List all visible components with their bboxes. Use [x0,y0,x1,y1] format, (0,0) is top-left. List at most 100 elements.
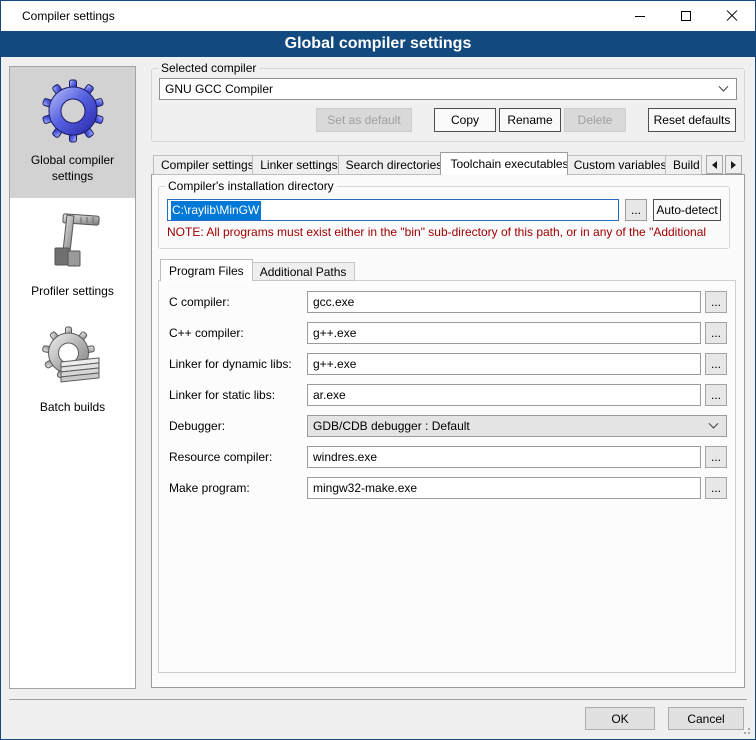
installation-directory-group-label: Compiler's installation directory [165,179,337,193]
reset-defaults-button[interactable]: Reset defaults [648,108,736,132]
selected-compiler-group-label: Selected compiler [158,61,259,75]
tab-toolchain-executables[interactable]: Toolchain executables [440,152,567,175]
dialog-buttons: OK Cancel [585,707,744,730]
form-row-linker-static: Linker for static libs: ar.exe ... [169,384,727,406]
tab-compiler-settings[interactable]: Compiler settings [153,155,253,175]
minimize-icon [635,16,645,17]
field-value: gcc.exe [313,295,354,309]
installation-directory-group: Compiler's installation directory C:\ray… [158,179,730,249]
notebook-tab-bar: Compiler settings Linker settings Search… [151,152,745,175]
tab-program-files[interactable]: Program Files [160,259,253,281]
form-row-make-program: Make program: mingw32-make.exe ... [169,477,727,499]
form-row-linker-dynamic: Linker for dynamic libs: g++.exe ... [169,353,727,375]
browse-directory-button[interactable]: ... [625,199,647,221]
field-value: windres.exe [313,450,377,464]
set-as-default-button[interactable]: Set as default [316,108,412,132]
selected-compiler-group: Selected compiler GNU GCC Compiler Set a… [151,61,745,142]
field-label: Make program: [169,481,307,495]
sub-tab-bar: Program Files Additional Paths [158,259,736,281]
resize-grip-icon[interactable] [748,732,750,734]
note-text: NOTE: All programs must exist either in … [167,225,729,239]
field-value: g++.exe [313,357,356,371]
form-row-c-compiler: C compiler: gcc.exe ... [169,291,727,313]
tab-linker-settings[interactable]: Linker settings [253,155,338,175]
page-title: Global compiler settings [1,31,755,57]
installation-directory-row: C:\raylib\MinGW ... Auto-detect [167,199,721,221]
sidebar-item-batch-builds[interactable]: Batch builds [10,314,135,429]
field-value: GDB/CDB debugger : Default [313,419,470,433]
field-label: C++ compiler: [169,326,307,340]
tab-scroll-right-button[interactable] [725,155,742,174]
triangle-right-icon [731,161,736,169]
delete-button[interactable]: Delete [564,108,626,132]
window-controls [617,1,755,31]
browse-button[interactable]: ... [705,291,727,313]
installation-directory-input[interactable]: C:\raylib\MinGW [167,199,619,221]
form-row-resource-compiler: Resource compiler: windres.exe ... [169,446,727,468]
chevron-down-icon [709,418,719,428]
field-value: g++.exe [313,326,356,340]
close-button[interactable] [709,1,755,31]
minimize-button[interactable] [617,1,663,31]
field-label: Debugger: [169,419,307,433]
toolchain-executables-page: Compiler's installation directory C:\ray… [151,174,745,688]
field-value: mingw32-make.exe [313,481,417,495]
maximize-button[interactable] [663,1,709,31]
tab-search-directories[interactable]: Search directories [339,155,442,175]
triangle-left-icon [712,161,717,169]
browse-button[interactable]: ... [705,322,727,344]
sidebar-item-global-compiler-settings[interactable]: Global compiler settings [10,67,135,198]
tab-scroll-left-button[interactable] [706,155,723,174]
compiler-select-value: GNU GCC Compiler [165,82,273,96]
window-title: Compiler settings [1,9,115,23]
browse-button[interactable]: ... [705,384,727,406]
dialog-body: Global compiler settings [1,57,755,739]
blue-gear-icon [41,79,105,143]
compiler-settings-dialog: Compiler settings Global compiler settin… [0,0,756,740]
browse-button[interactable]: ... [705,446,727,468]
compiler-buttons-row: Set as default Copy Rename Delete Reset … [160,108,736,132]
cpp-compiler-input[interactable]: g++.exe [307,322,701,344]
settings-notebook: Compiler settings Linker settings Search… [151,152,745,688]
installation-directory-value: C:\raylib\MinGW [171,201,261,220]
make-program-input[interactable]: mingw32-make.exe [307,477,701,499]
compiler-select[interactable]: GNU GCC Compiler [159,78,737,100]
program-files-page: C compiler: gcc.exe ... C++ compiler: g+… [158,280,736,673]
field-label: Linker for static libs: [169,388,307,402]
close-icon [726,10,738,22]
ok-button[interactable]: OK [585,707,655,730]
resource-compiler-input[interactable]: windres.exe [307,446,701,468]
program-files-notebook: Program Files Additional Paths C compile… [158,259,736,673]
chevron-down-icon [719,81,729,91]
auto-detect-button[interactable]: Auto-detect [653,199,721,221]
field-label: C compiler: [169,295,307,309]
sidebar-item-profiler-settings[interactable]: Profiler settings [10,198,135,313]
footer-divider [9,699,747,700]
browse-button[interactable]: ... [705,477,727,499]
tab-additional-paths[interactable]: Additional Paths [252,262,356,281]
tab-custom-variables[interactable]: Custom variables [567,155,666,175]
sidebar-item-label: Profiler settings [31,283,114,299]
field-value: ar.exe [313,388,346,402]
linker-static-input[interactable]: ar.exe [307,384,701,406]
rename-button[interactable]: Rename [499,108,561,132]
form-row-cpp-compiler: C++ compiler: g++.exe ... [169,322,727,344]
debugger-select[interactable]: GDB/CDB debugger : Default [307,415,727,437]
browse-button[interactable]: ... [705,353,727,375]
form-row-debugger: Debugger: GDB/CDB debugger : Default [169,415,727,437]
sidebar-item-label: Global compiler settings [14,152,131,184]
field-label: Linker for dynamic libs: [169,357,307,371]
tab-scroll-arrows [702,155,745,175]
settings-category-list: Global compiler settings [9,66,136,689]
cancel-button[interactable]: Cancel [668,707,744,730]
linker-dynamic-input[interactable]: g++.exe [307,353,701,375]
gray-gear-papers-icon [41,326,105,390]
copy-button[interactable]: Copy [434,108,496,132]
field-label: Resource compiler: [169,450,307,464]
maximize-icon [681,11,691,21]
title-bar: Compiler settings [1,1,755,31]
settings-content: Selected compiler GNU GCC Compiler Set a… [151,59,745,688]
c-compiler-input[interactable]: gcc.exe [307,291,701,313]
tab-build-truncated[interactable]: Build [666,155,702,175]
caliper-icon [41,210,105,274]
